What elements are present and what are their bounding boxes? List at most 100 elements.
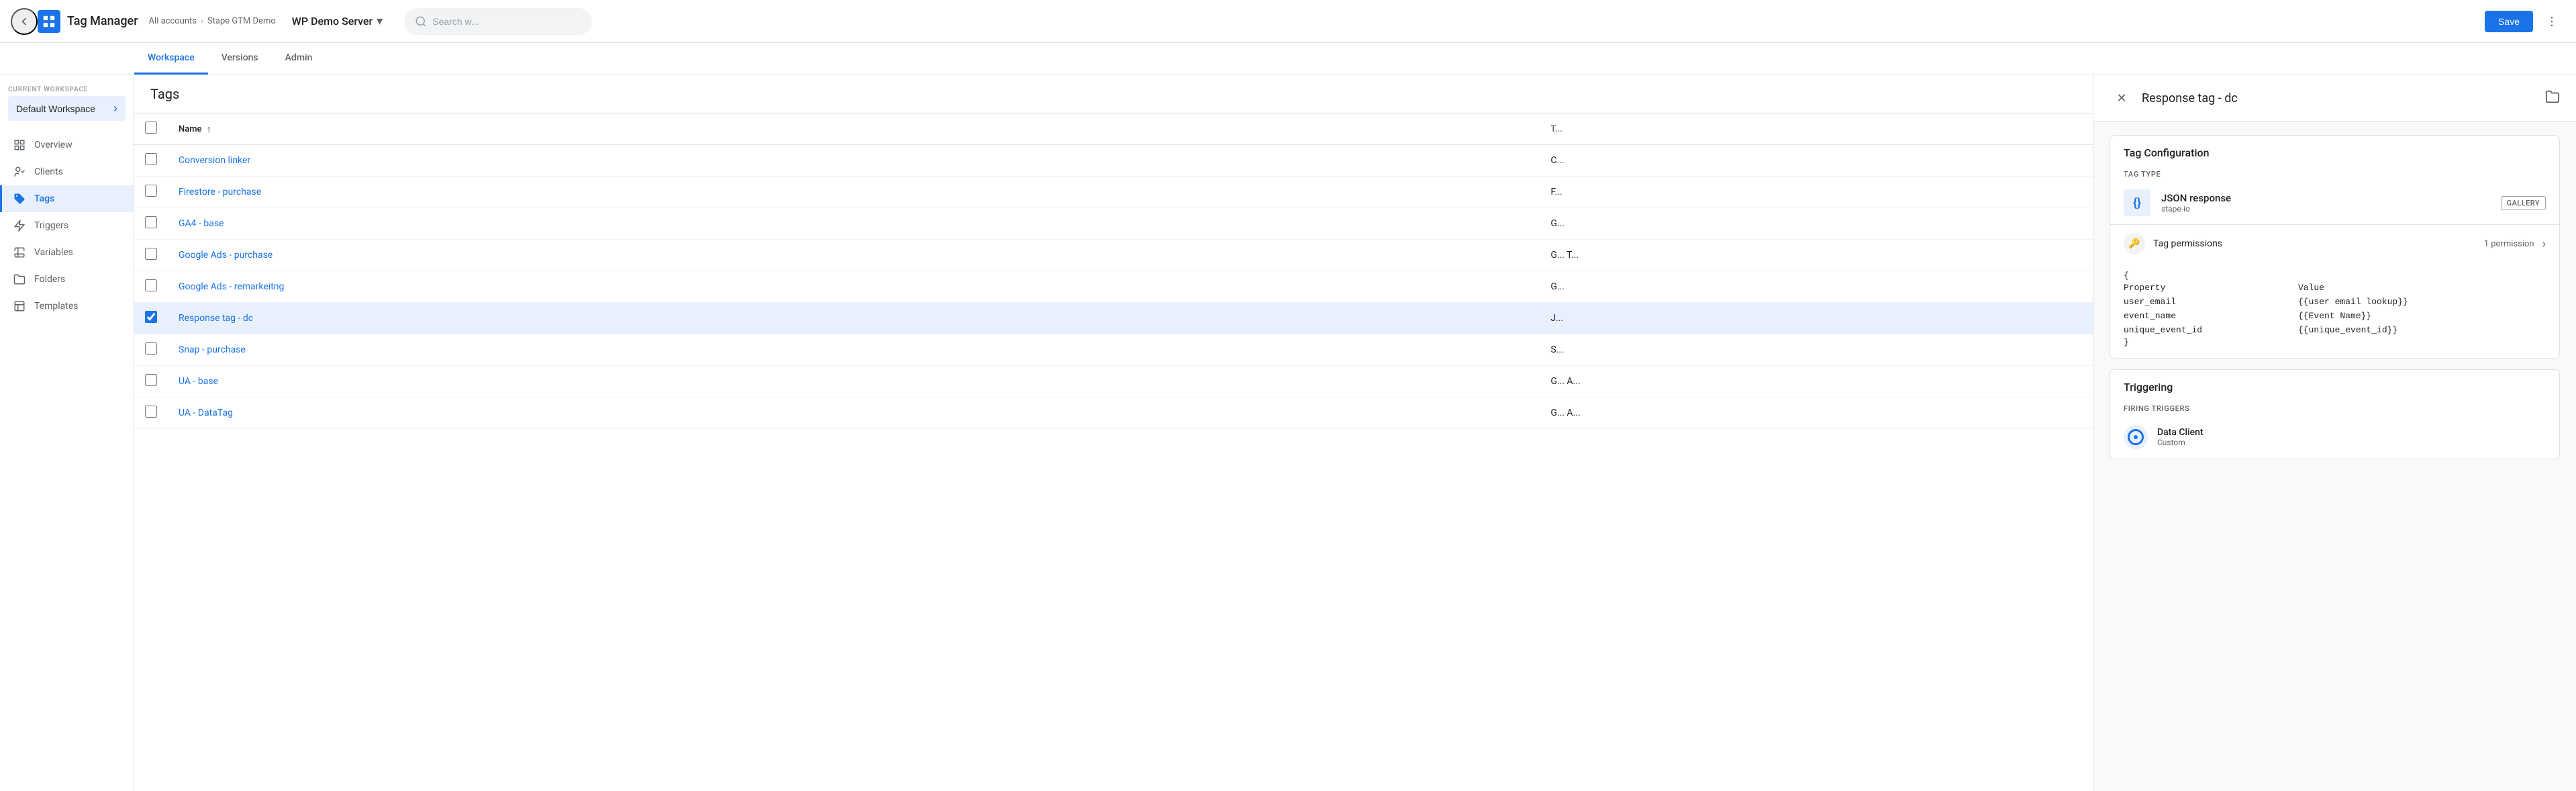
workspace-selector[interactable]: WP Demo Server ▾ (287, 11, 388, 31)
json-value-header: Value (2298, 281, 2546, 295)
main-layout: Current Workspace Default Workspace › Ov… (0, 75, 2576, 791)
tag-name-link[interactable]: GA4 - base (179, 218, 224, 229)
json-close-brace: } (2124, 337, 2546, 347)
templates-icon (13, 299, 26, 313)
firing-triggers-label: Firing Triggers (2110, 399, 2559, 416)
tag-type-row[interactable]: {} JSON response stape-io GALLERY (2110, 181, 2559, 225)
trigger-icon-inner (2128, 429, 2144, 445)
sidebar-item-clients[interactable]: Clients (0, 158, 134, 185)
sort-icon: ↑ (207, 124, 211, 135)
table-row[interactable]: UA - DataTag G... A... (134, 398, 2093, 429)
sidebar-item-folders[interactable]: Folders (0, 266, 134, 293)
tab-versions[interactable]: Versions (208, 43, 272, 75)
table-row[interactable]: Google Ads - remarkeitng G... (134, 271, 2093, 303)
row-checkbox[interactable] (145, 342, 157, 355)
json-preview: { Property Value user_email {{user email… (2110, 263, 2559, 358)
tag-configuration-card: Tag Configuration Tag Type {} JSON respo… (2110, 135, 2560, 359)
sidebar-item-overview[interactable]: Overview (0, 132, 134, 158)
tag-type-cell: G... (1540, 271, 2093, 303)
select-all-checkbox[interactable] (145, 122, 157, 134)
json-table: Property Value user_email {{user email l… (2124, 281, 2546, 337)
tag-config-title: Tag Configuration (2110, 136, 2559, 165)
sidebar-item-tags[interactable]: Tags (0, 185, 134, 212)
tag-type-cell: C... (1540, 145, 2093, 177)
clients-icon (13, 165, 26, 179)
chevron-right-perm-icon: › (2542, 237, 2546, 251)
table-row[interactable]: Response tag - dc J... (134, 303, 2093, 334)
sidebar-workspace-section: Current Workspace Default Workspace › (0, 75, 134, 126)
json-row: unique_event_id {{unique_event_id}} (2124, 323, 2546, 337)
tags-icon (13, 192, 26, 205)
sidebar-workspace-button[interactable]: Default Workspace › (8, 96, 126, 121)
sub-navigation: Workspace Versions Admin (0, 43, 2576, 75)
tag-permissions-count: 1 permission (2484, 239, 2534, 249)
app-name: Tag Manager (67, 14, 138, 28)
table-row[interactable]: Snap - purchase S... (134, 334, 2093, 366)
row-checkbox[interactable] (145, 311, 157, 323)
detail-body: Tag Configuration Tag Type {} JSON respo… (2093, 122, 2576, 473)
breadcrumb-part1[interactable]: All accounts (149, 16, 197, 26)
more-options-button[interactable] (2538, 8, 2565, 35)
logo-icon (38, 10, 60, 33)
table-row[interactable]: UA - base G... A... (134, 366, 2093, 398)
sidebar-item-tags-label: Tags (34, 193, 54, 204)
tag-name-link[interactable]: UA - base (179, 376, 218, 387)
tag-type-cell: F... (1540, 177, 2093, 208)
tab-workspace[interactable]: Workspace (134, 43, 208, 75)
sidebar-item-folders-label: Folders (34, 274, 65, 285)
row-checkbox[interactable] (145, 374, 157, 386)
tag-name-link[interactable]: Conversion linker (179, 155, 250, 166)
triggers-icon (13, 219, 26, 232)
row-checkbox[interactable] (145, 279, 157, 291)
table-row[interactable]: Firestore - purchase F... (134, 177, 2093, 208)
main-content: Tags Name ↑ T... (134, 75, 2576, 791)
back-button[interactable] (11, 8, 38, 35)
tag-name-link[interactable]: Firestore - purchase (179, 187, 261, 197)
column-header-name[interactable]: Name ↑ (168, 113, 1540, 145)
tag-name-link[interactable]: Snap - purchase (179, 344, 246, 355)
tags-title: Tags (150, 86, 179, 102)
breadcrumb-part2[interactable]: Stape GTM Demo (207, 16, 276, 26)
tag-name-link[interactable]: Google Ads - purchase (179, 250, 273, 261)
row-checkbox[interactable] (145, 185, 157, 197)
row-checkbox[interactable] (145, 406, 157, 418)
column-header-type[interactable]: T... (1540, 113, 2093, 145)
triggering-card: Triggering Firing Triggers Data Client C… (2110, 369, 2560, 459)
row-checkbox[interactable] (145, 216, 157, 228)
tag-type-cell: G... (1540, 208, 2093, 240)
sidebar-item-triggers[interactable]: Triggers (0, 212, 134, 239)
overview-icon (13, 138, 26, 152)
row-checkbox[interactable] (145, 248, 157, 260)
tag-permissions-row[interactable]: 🔑 Tag permissions 1 permission › (2110, 225, 2559, 263)
detail-close-button[interactable]: ✕ (2110, 86, 2134, 110)
trigger-icon-dot (2134, 435, 2138, 439)
table-row[interactable]: GA4 - base G... (134, 208, 2093, 240)
trigger-row[interactable]: Data Client Custom (2110, 416, 2559, 459)
json-property: event_name (2124, 309, 2298, 323)
search-input[interactable] (432, 16, 566, 27)
sidebar-item-overview-label: Overview (34, 140, 72, 150)
sidebar-item-templates[interactable]: Templates (0, 293, 134, 320)
tag-name-link[interactable]: Response tag - dc (179, 313, 253, 324)
tag-type-cell: S... (1540, 334, 2093, 366)
folder-icon[interactable] (2545, 89, 2560, 107)
folders-icon (13, 273, 26, 286)
table-row[interactable]: Conversion linker C... (134, 145, 2093, 177)
json-icon: {} (2124, 189, 2150, 216)
gallery-badge: GALLERY (2501, 196, 2546, 210)
tag-name-link[interactable]: Google Ads - remarkeitng (179, 281, 284, 292)
sidebar-item-variables-label: Variables (34, 247, 73, 258)
tag-name-link[interactable]: UA - DataTag (179, 408, 233, 418)
save-button[interactable]: Save (2485, 11, 2533, 32)
tab-admin[interactable]: Admin (272, 43, 326, 75)
workspace-selector-label: WP Demo Server (292, 15, 373, 28)
tag-type-cell: G... T... (1540, 240, 2093, 271)
row-checkbox[interactable] (145, 153, 157, 165)
breadcrumb: All accounts › Stape GTM Demo (149, 16, 276, 26)
table-row[interactable]: Google Ads - purchase G... T... (134, 240, 2093, 271)
search-bar[interactable] (404, 8, 592, 35)
trigger-info: Data Client Custom (2157, 427, 2546, 447)
sidebar-workspace-label: Current Workspace (8, 86, 126, 93)
sidebar-item-variables[interactable]: Variables (0, 239, 134, 266)
app-logo: Tag Manager (38, 10, 138, 33)
